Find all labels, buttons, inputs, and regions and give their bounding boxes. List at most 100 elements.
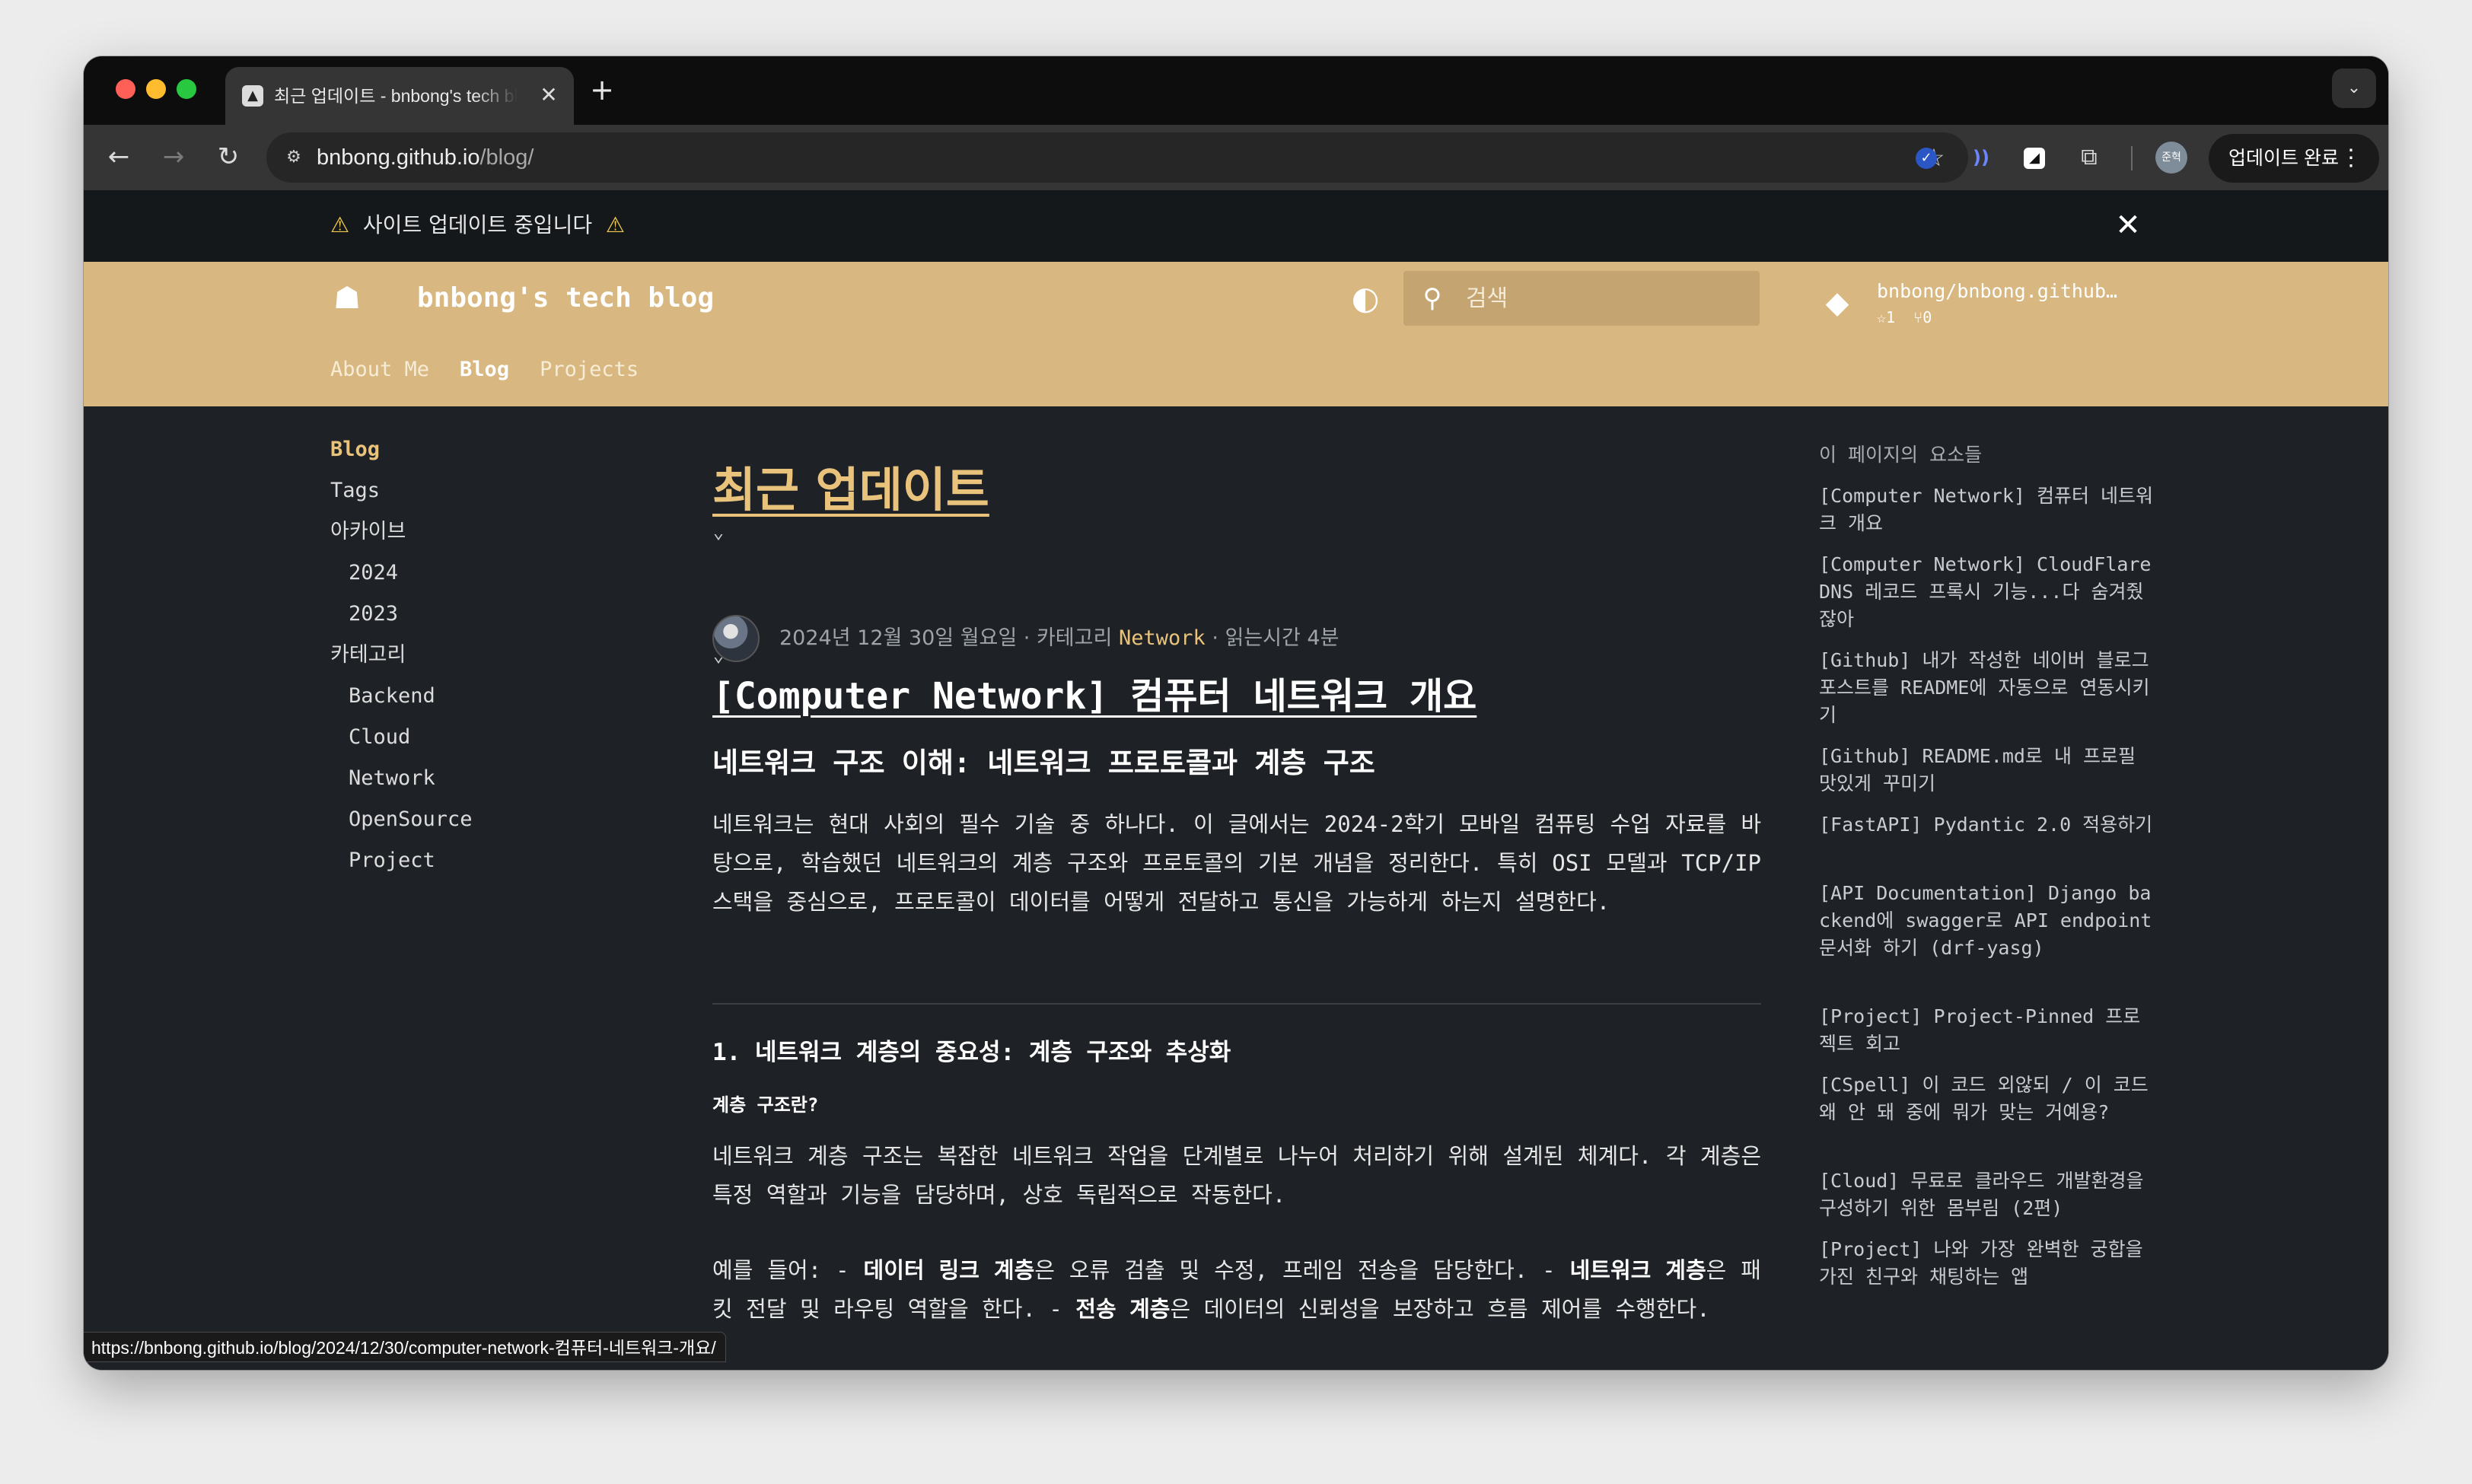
post-title-link[interactable]: [Computer Network] 컴퓨터 네트워크 개요 — [712, 671, 1477, 721]
sidebar-item-category[interactable]: 카테고리 ⌄ — [330, 638, 734, 673]
search-box[interactable]: ⚲ — [1403, 271, 1760, 326]
search-icon: ⚲ — [1422, 283, 1442, 314]
url-path: /blog/ — [479, 145, 534, 170]
sidebar-item-2023[interactable]: 2023 — [349, 597, 734, 632]
star-icon: ☆ — [1877, 308, 1887, 326]
repo-stats: ☆1 ⑂0 — [1877, 307, 1932, 327]
toc-item[interactable]: [FastAPI] Pydantic 2.0 적용하기 — [1819, 811, 2154, 839]
sidebar-item-archive[interactable]: 아카이브 ⌄ — [330, 514, 734, 549]
post-category-prefix: 카테고리 — [1036, 626, 1113, 650]
post-category-link[interactable]: Network — [1119, 626, 1206, 650]
toc-item[interactable]: [Github] 내가 작성한 네이버 블로그 포스트를 README에 자동으… — [1819, 647, 2154, 729]
nav-blog[interactable]: Blog — [460, 355, 509, 385]
top-navigation: About Me Blog Projects — [330, 355, 669, 385]
toc-item[interactable]: [Github] README.md로 내 프로필 맛있게 꾸미기 — [1819, 743, 2154, 798]
tab-strip: ▲ 최근 업데이트 - bnbong's tech blog ✕ + ⌄ — [84, 56, 2388, 125]
post-date: 2024년 12월 30일 월요일 — [779, 626, 1018, 650]
toc-item[interactable]: [API Documentation] Django backend에 swag… — [1819, 880, 2154, 962]
nav-projects[interactable]: Projects — [540, 355, 639, 385]
git-diamond-icon: ◆ — [1825, 285, 1849, 320]
address-bar[interactable]: ⚙ bnbong.github.io/blog/ ☆ — [266, 132, 1968, 183]
repo-stars-count: 1 — [1886, 308, 1896, 326]
toc-item[interactable]: [CSpell] 이 코드 외않되 / 이 코드 왜 안 돼 중에 뭐가 맞는 … — [1819, 1072, 2154, 1126]
browser-toolbar: ← → ↻ ⚙ bnbong.github.io/blog/ ☆ ✓ )) ◢ … — [84, 125, 2388, 190]
toc-item[interactable]: [Project] 나와 가장 완벽한 궁합을 가진 친구와 채팅하는 앱 — [1819, 1236, 2154, 1291]
example-bold: 전송 계층 — [1075, 1296, 1171, 1322]
example-text: 예를 들어: - — [712, 1257, 864, 1283]
main-content: 최근 업데이트 2024년 12월 30일 월요일 · 카테고리 Network… — [712, 406, 1763, 1370]
warning-icon: ⚠ — [330, 212, 350, 237]
toc-item[interactable]: [Project] Project-Pinned 프로젝트 회고 — [1819, 1003, 2154, 1058]
browser-tab-active[interactable]: ▲ 최근 업데이트 - bnbong's tech blog ✕ — [225, 67, 574, 125]
forward-button[interactable]: → — [152, 135, 195, 178]
site-logo-icon[interactable]: ☗ — [330, 282, 364, 315]
sidebar-category-label: 카테고리 — [330, 643, 406, 667]
announcement-bar: ⚠ 사이트 업데이트 중입니다 ⚠ ✕ — [84, 190, 2388, 262]
browser-window: ▲ 최근 업데이트 - bnbong's tech blog ✕ + ⌄ ← →… — [84, 56, 2388, 1370]
tab-close-icon[interactable]: ✕ — [536, 82, 562, 108]
toc-item[interactable]: [Cloud] 무료로 클라우드 개발환경을 구성하기 위한 몸부림 (2편) — [1819, 1167, 2154, 1222]
repo-forks-count: 0 — [1922, 308, 1932, 326]
search-input[interactable] — [1466, 280, 1747, 317]
github-repo-link[interactable]: ◆ bnbong/bnbong.github… ☆1 ⑂0 — [1819, 277, 2139, 338]
tab-favicon-icon: ▲ — [242, 85, 263, 107]
zoom-window-button[interactable] — [177, 79, 196, 99]
fork-icon: ⑂ — [1913, 308, 1923, 326]
minimize-window-button[interactable] — [146, 79, 166, 99]
site-info-icon[interactable]: ⚙ — [282, 145, 306, 170]
example-paragraph: 예를 들어: - 데이터 링크 계층은 오류 검출 및 수정, 프레임 전송을 … — [712, 1251, 1761, 1329]
extension-app-icon[interactable]: ◢ — [2018, 142, 2050, 174]
extensions-puzzle-icon[interactable]: ⧉ — [2073, 142, 2105, 174]
sidebar-item-blog[interactable]: Blog — [330, 432, 734, 467]
sidebar-item-tags[interactable]: Tags — [330, 473, 734, 508]
sidebar-item-backend[interactable]: Backend — [349, 679, 734, 714]
site-title[interactable]: bnbong's tech blog — [417, 280, 714, 317]
section-paragraph: 네트워크 계층 구조는 복잡한 네트워크 작업을 단계별로 나누어 처리하기 위… — [712, 1143, 1761, 1208]
toolbar-divider — [2131, 146, 2133, 170]
announcement-text: ⚠ 사이트 업데이트 중입니다 ⚠ — [330, 212, 625, 239]
toc-item[interactable]: [Computer Network] CloudFlare DNS 레코드 프록… — [1819, 551, 2154, 633]
sidebar-item-cloud[interactable]: Cloud — [349, 720, 734, 755]
example-bold: 네트워크 계층 — [1569, 1257, 1706, 1283]
sidebar-item-2024[interactable]: 2024 — [349, 556, 734, 591]
sub-heading: 계층 구조란? — [712, 1094, 819, 1116]
site-header: ☗ bnbong's tech blog ◐ ⚲ ◆ bnbong/bnbong… — [84, 262, 2388, 406]
tab-title: 최근 업데이트 - bnbong's tech blog — [274, 86, 518, 106]
theme-toggle-icon[interactable]: ◐ — [1347, 280, 1384, 317]
sidebar-archive-label: 아카이브 — [330, 520, 406, 543]
sidebar-item-network[interactable]: Network — [349, 761, 734, 796]
sidebar-item-opensource[interactable]: OpenSource — [349, 802, 734, 837]
example-bold: 데이터 링크 계층 — [863, 1257, 1035, 1283]
warning-icon: ⚠ — [605, 212, 626, 237]
update-button-label: 업데이트 완료 — [2228, 148, 2339, 169]
example-text: 은 오류 검출 및 수정, 프레임 전송을 담당한다. - — [1034, 1257, 1570, 1283]
author-avatar — [712, 615, 760, 662]
post-meta-text: 2024년 12월 30일 월요일 · 카테고리 Network · 읽는시간 … — [779, 626, 1340, 650]
back-button[interactable]: ← — [97, 135, 140, 178]
toc-item[interactable]: [Computer Network] 컴퓨터 네트워크 개요 — [1819, 482, 2154, 537]
section-heading: 1. 네트워크 계층의 중요성: 계층 구조와 추상화 — [712, 1039, 1231, 1066]
announcement-message: 사이트 업데이트 중입니다 — [362, 212, 593, 237]
more-menu-icon[interactable]: ⋮ — [2340, 134, 2362, 183]
extension-check-icon[interactable]: ✓ — [1910, 142, 1942, 174]
url-host: bnbong.github.io — [317, 145, 480, 170]
profile-avatar[interactable]: 준혁 — [2155, 142, 2187, 174]
web-page: ⚠ 사이트 업데이트 중입니다 ⚠ ✕ ☗ bnbong's tech blog… — [84, 190, 2388, 1370]
post-read-time: 읽는시간 4분 — [1225, 626, 1340, 650]
announcement-close-icon[interactable]: ✕ — [2111, 209, 2145, 242]
toc-title: 이 페이지의 요소들 — [1819, 444, 1983, 466]
close-window-button[interactable] — [116, 79, 135, 99]
sidebar-item-project[interactable]: Project — [349, 843, 734, 878]
repo-name: bnbong/bnbong.github… — [1877, 280, 2118, 302]
page-title[interactable]: 최근 업데이트 — [712, 461, 989, 519]
post-intro: 네트워크는 현대 사회의 필수 기술 중 하나다. 이 글에서는 2024-2학… — [712, 811, 1761, 915]
post-subtitle: 네트워크 구조 이해: 네트워크 프로토콜과 계층 구조 — [712, 747, 1375, 779]
update-button[interactable]: 업데이트 완료 ⋮ — [2209, 134, 2379, 183]
new-tab-button[interactable]: + — [586, 75, 618, 107]
status-link-preview: https://bnbong.github.io/blog/2024/12/30… — [84, 1332, 726, 1362]
url-text[interactable]: bnbong.github.io/blog/ — [317, 145, 534, 170]
extension-signal-icon[interactable]: )) — [1965, 142, 1997, 174]
nav-about-me[interactable]: About Me — [330, 355, 429, 385]
reload-button[interactable]: ↻ — [207, 135, 250, 178]
tab-search-button[interactable]: ⌄ — [2332, 68, 2376, 108]
